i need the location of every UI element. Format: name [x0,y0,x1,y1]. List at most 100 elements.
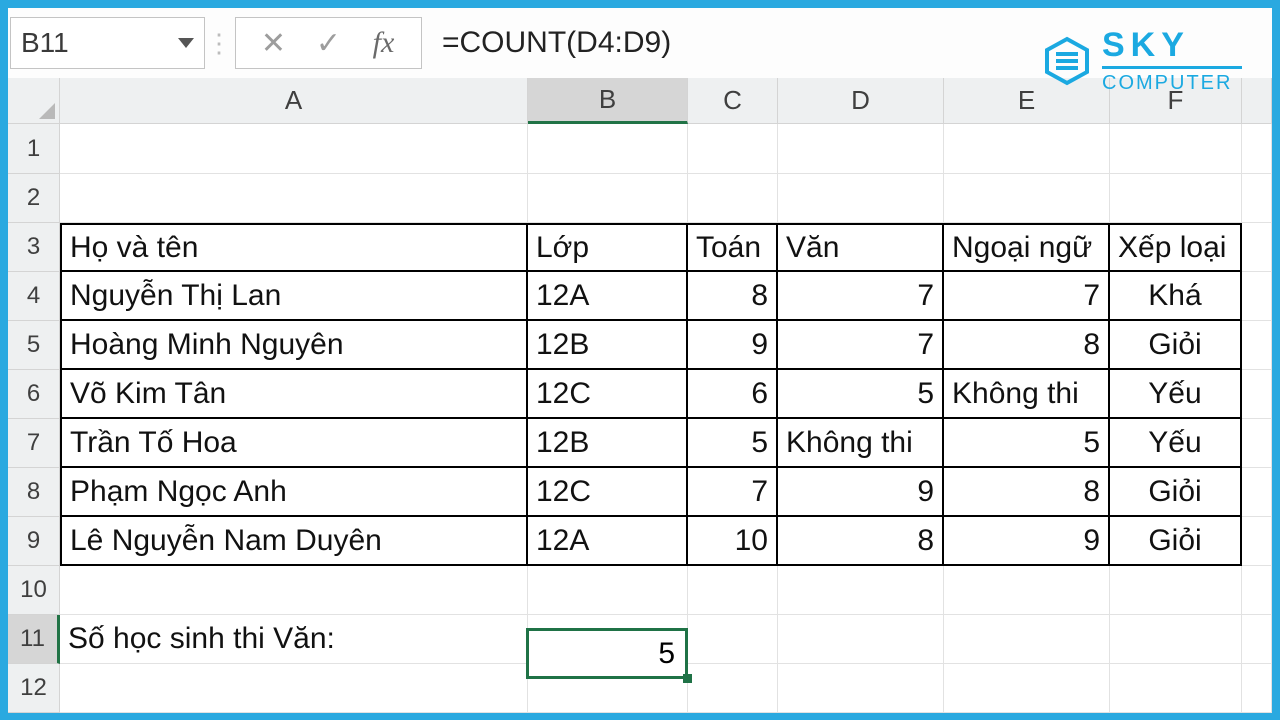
cell-d2[interactable] [778,174,944,223]
cell-b3[interactable]: Lớp [528,223,688,272]
cell-c8[interactable]: 7 [688,468,778,517]
cell-f6[interactable]: Yếu [1110,370,1242,419]
cell-c11[interactable] [688,615,778,664]
cell-g9[interactable] [1242,517,1272,566]
row-header-12[interactable]: 12 [8,664,60,713]
cell-g5[interactable] [1242,321,1272,370]
cell-b10[interactable] [528,566,688,615]
cell-a6[interactable]: Võ Kim Tân [60,370,528,419]
fx-icon[interactable]: fx [356,18,411,68]
cell-c1[interactable] [688,124,778,174]
cell-g7[interactable] [1242,419,1272,468]
cell-e11[interactable] [944,615,1110,664]
cell-f9[interactable]: Giỏi [1110,517,1242,566]
cell-f12[interactable] [1110,664,1242,713]
row-header-1[interactable]: 1 [8,124,60,174]
cell-b8[interactable]: 12C [528,468,688,517]
cell-c10[interactable] [688,566,778,615]
cell-d1[interactable] [778,124,944,174]
cell-f7[interactable]: Yếu [1110,419,1242,468]
name-box[interactable]: B11 [10,17,205,69]
cell-g11[interactable] [1242,615,1272,664]
chevron-down-icon[interactable] [178,38,194,48]
row-header-6[interactable]: 6 [8,370,60,419]
cell-f2[interactable] [1110,174,1242,223]
row-header-7[interactable]: 7 [8,419,60,468]
col-header-d[interactable]: D [778,78,944,124]
cell-a2[interactable] [60,174,528,223]
cell-d3[interactable]: Văn [778,223,944,272]
cell-d5[interactable]: 7 [778,321,944,370]
cell-g8[interactable] [1242,468,1272,517]
row-header-3[interactable]: 3 [8,223,60,272]
row-header-10[interactable]: 10 [8,566,60,615]
cell-g1[interactable] [1242,124,1272,174]
cell-d4[interactable]: 7 [778,272,944,321]
row-header-9[interactable]: 9 [8,517,60,566]
cell-e10[interactable] [944,566,1110,615]
cancel-icon[interactable]: ✕ [246,18,301,68]
cell-d8[interactable]: 9 [778,468,944,517]
row-header-4[interactable]: 4 [8,272,60,321]
cell-g2[interactable] [1242,174,1272,223]
cell-f8[interactable]: Giỏi [1110,468,1242,517]
cell-e7[interactable]: 5 [944,419,1110,468]
cell-d12[interactable] [778,664,944,713]
cell-f5[interactable]: Giỏi [1110,321,1242,370]
cell-e4[interactable]: 7 [944,272,1110,321]
select-all-corner[interactable] [8,78,60,124]
cell-a3[interactable]: Họ và tên [60,223,528,272]
cell-a8[interactable]: Phạm Ngọc Anh [60,468,528,517]
enter-icon[interactable]: ✓ [301,18,356,68]
cell-b5[interactable]: 12B [528,321,688,370]
row-header-11[interactable]: 11 [8,615,60,664]
cell-f3[interactable]: Xếp loại [1110,223,1242,272]
cell-e5[interactable]: 8 [944,321,1110,370]
cell-a10[interactable] [60,566,528,615]
cell-f10[interactable] [1110,566,1242,615]
cell-f4[interactable]: Khá [1110,272,1242,321]
cell-g4[interactable] [1242,272,1272,321]
cell-c9[interactable]: 10 [688,517,778,566]
cell-f1[interactable] [1110,124,1242,174]
cell-c7[interactable]: 5 [688,419,778,468]
cell-c12[interactable] [688,664,778,713]
cell-b1[interactable] [528,124,688,174]
cell-a5[interactable]: Hoàng Minh Nguyên [60,321,528,370]
cell-b4[interactable]: 12A [528,272,688,321]
cell-e12[interactable] [944,664,1110,713]
cell-a11[interactable]: Số học sinh thi Văn: [60,615,528,664]
fill-handle[interactable] [683,674,692,683]
cell-c4[interactable]: 8 [688,272,778,321]
row-header-8[interactable]: 8 [8,468,60,517]
cell-g10[interactable] [1242,566,1272,615]
cell-a4[interactable]: Nguyễn Thị Lan [60,272,528,321]
active-cell-b11[interactable]: 5 [526,628,688,679]
row-header-2[interactable]: 2 [8,174,60,223]
cell-c2[interactable] [688,174,778,223]
cell-g3[interactable] [1242,223,1272,272]
cell-c6[interactable]: 6 [688,370,778,419]
cell-c5[interactable]: 9 [688,321,778,370]
cell-a1[interactable] [60,124,528,174]
cell-d9[interactable]: 8 [778,517,944,566]
cell-d11[interactable] [778,615,944,664]
col-header-c[interactable]: C [688,78,778,124]
cell-e9[interactable]: 9 [944,517,1110,566]
cell-b2[interactable] [528,174,688,223]
col-header-b[interactable]: B [528,78,688,124]
cell-f11[interactable] [1110,615,1242,664]
cell-g6[interactable] [1242,370,1272,419]
cell-d6[interactable]: 5 [778,370,944,419]
cell-a9[interactable]: Lê Nguyễn Nam Duyên [60,517,528,566]
cell-e1[interactable] [944,124,1110,174]
cell-c3[interactable]: Toán [688,223,778,272]
row-header-5[interactable]: 5 [8,321,60,370]
cell-g12[interactable] [1242,664,1272,713]
cell-a12[interactable] [60,664,528,713]
cell-e3[interactable]: Ngoại ngữ [944,223,1110,272]
col-header-extra[interactable] [1242,78,1272,124]
cell-a7[interactable]: Trần Tố Hoa [60,419,528,468]
cell-b9[interactable]: 12A [528,517,688,566]
col-header-a[interactable]: A [60,78,528,124]
